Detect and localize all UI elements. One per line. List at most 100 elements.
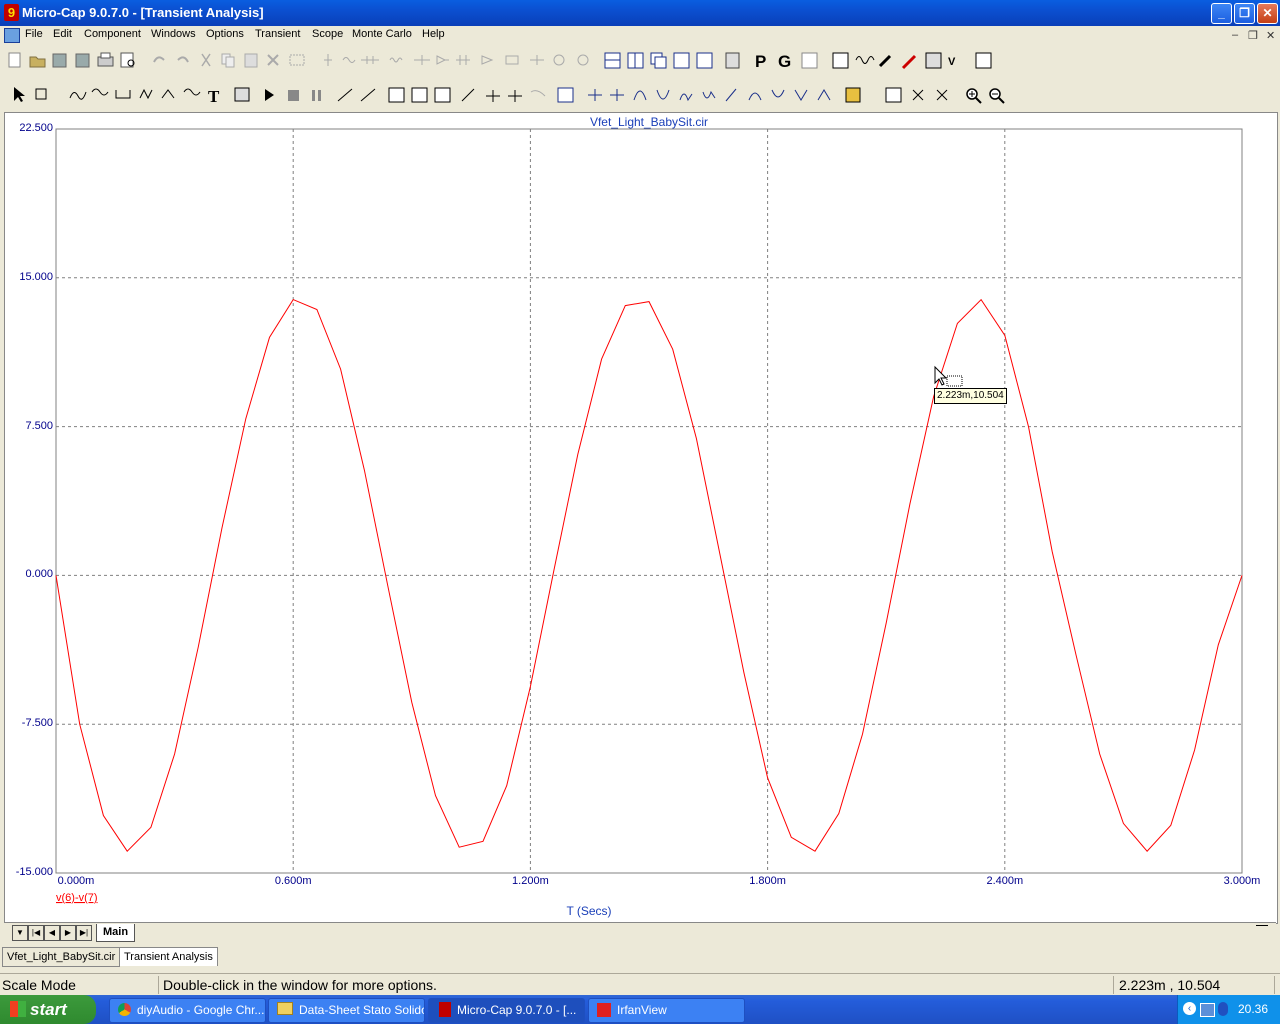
task-irfanview[interactable]: IrfanView bbox=[588, 998, 745, 1023]
pause-icon[interactable] bbox=[312, 90, 321, 101]
menu-windows[interactable]: Windows bbox=[151, 28, 196, 40]
stop-icon[interactable] bbox=[288, 90, 299, 101]
task-folder-label: Data-Sheet Stato Solido bbox=[299, 1003, 425, 1017]
folder-icon bbox=[277, 1002, 293, 1015]
x-tick-label: 3.000m bbox=[1223, 875, 1261, 887]
chart-window-icon[interactable] bbox=[975, 52, 992, 69]
mdi-minimize-button[interactable]: – bbox=[1232, 29, 1238, 41]
menu-scope[interactable]: Scope bbox=[312, 28, 343, 40]
properties-icon[interactable] bbox=[234, 87, 250, 102]
minimize-button[interactable]: _ bbox=[1211, 3, 1232, 24]
mdi-restore-button[interactable]: ❐ bbox=[1248, 29, 1258, 42]
start-button[interactable]: start bbox=[0, 995, 96, 1024]
doc-tab-transient-analysis[interactable]: Transient Analysis bbox=[119, 947, 218, 966]
save-all-icon[interactable] bbox=[75, 53, 90, 68]
close-button[interactable]: ✕ bbox=[1257, 3, 1278, 24]
last-tab-button[interactable]: ▶| bbox=[76, 925, 92, 941]
table-icon[interactable] bbox=[885, 87, 902, 103]
g-icon[interactable]: G bbox=[778, 52, 791, 71]
grid-tool-icons[interactable] bbox=[388, 87, 451, 103]
task-chrome[interactable]: diyAudio - Google Chr... bbox=[109, 998, 266, 1023]
select-arrow-icon[interactable] bbox=[14, 87, 25, 102]
x-tick-label: 1.200m bbox=[512, 875, 549, 887]
microcap-icon bbox=[439, 1002, 451, 1017]
document-icon[interactable] bbox=[4, 28, 20, 43]
text-tool-icon[interactable]: T bbox=[208, 87, 220, 106]
menu-component[interactable]: Component bbox=[84, 28, 141, 40]
open-folder-icon[interactable] bbox=[29, 56, 46, 68]
pen-icon[interactable] bbox=[901, 54, 917, 70]
zoom-in-icon[interactable] bbox=[966, 88, 982, 104]
save-icon[interactable] bbox=[52, 53, 67, 68]
analysis-toolbar: T bbox=[0, 82, 1280, 110]
component-select-icon[interactable] bbox=[35, 88, 47, 100]
select-all-icon[interactable] bbox=[289, 54, 305, 66]
menu-help[interactable]: Help bbox=[422, 28, 445, 40]
task-folder[interactable]: Data-Sheet Stato Solido bbox=[268, 998, 425, 1023]
prev-tab-button[interactable]: ◀ bbox=[44, 925, 60, 941]
task-microcap[interactable]: Micro-Cap 9.0.7.0 - [... bbox=[428, 998, 585, 1023]
doc-tab-circuit[interactable]: Vfet_Light_BabySit.cir bbox=[2, 947, 121, 967]
delete-icon[interactable] bbox=[267, 54, 279, 66]
first-tab-button[interactable]: |◀ bbox=[28, 925, 44, 941]
status-bar: Scale Mode Double-click in the window fo… bbox=[0, 973, 1280, 996]
menu-edit[interactable]: Edit bbox=[53, 28, 72, 40]
undo-icon[interactable] bbox=[153, 56, 165, 63]
title-bar[interactable]: 9 Micro-Cap 9.0.7.0 - [Transient Analysi… bbox=[0, 0, 1280, 26]
plot-panel[interactable]: Vfet_Light_BabySit.cir T (Secs) v(6)-v(7… bbox=[4, 112, 1278, 924]
tab-dropdown-button[interactable]: ▼ bbox=[12, 925, 28, 941]
chrome-icon bbox=[118, 1003, 131, 1016]
next-tab-button[interactable]: ▶ bbox=[60, 925, 76, 941]
copy-icon[interactable] bbox=[221, 53, 235, 68]
status-mode: Scale Mode bbox=[0, 976, 159, 994]
palette-icon[interactable] bbox=[845, 87, 861, 103]
peak-tool-icons[interactable] bbox=[588, 88, 831, 102]
tag-icons[interactable] bbox=[912, 89, 948, 101]
menu-transient[interactable]: Transient bbox=[255, 28, 300, 40]
x-axis-label: T (Secs) bbox=[566, 904, 611, 918]
plot-area[interactable]: Vfet_Light_BabySit.cir T (Secs) v(6)-v(7… bbox=[5, 113, 1277, 923]
y-tick-label: -15.000 bbox=[15, 866, 53, 878]
mdi-close-button[interactable]: ✕ bbox=[1266, 29, 1275, 42]
menu-options[interactable]: Options bbox=[206, 28, 244, 40]
document-tab-bar: Vfet_Light_BabySit.cir Transient Analysi… bbox=[0, 945, 1280, 967]
scale-icon[interactable] bbox=[557, 87, 574, 103]
status-hint: Double-click in the window for more opti… bbox=[161, 976, 1114, 994]
zoom-out-icon[interactable] bbox=[989, 88, 1005, 104]
app-icon[interactable]: 9 bbox=[4, 4, 19, 21]
probe-icon[interactable] bbox=[878, 54, 892, 68]
x-tick-label: 0.000m bbox=[57, 875, 95, 887]
y-tick-label: 7.500 bbox=[25, 419, 53, 432]
start-label: start bbox=[30, 1000, 67, 1019]
menu-monte-carlo[interactable]: Monte Carlo bbox=[352, 28, 412, 40]
network-icon[interactable] bbox=[1200, 1003, 1215, 1017]
print-preview-icon[interactable] bbox=[120, 52, 135, 68]
bluetooth-icon[interactable] bbox=[1218, 1002, 1228, 1016]
line-tool-icons[interactable] bbox=[337, 88, 376, 102]
tab-main[interactable]: Main bbox=[96, 924, 136, 942]
maximize-button[interactable]: ❐ bbox=[1234, 3, 1255, 24]
print-icon[interactable] bbox=[97, 52, 114, 67]
waveform-icon[interactable] bbox=[855, 56, 875, 64]
frame-icon[interactable] bbox=[925, 52, 942, 69]
vd-icon[interactable]: V bbox=[948, 56, 956, 68]
run-icon[interactable] bbox=[265, 89, 274, 101]
cursor-tool-icons[interactable] bbox=[461, 88, 546, 102]
plot-title: Vfet_Light_BabySit.cir bbox=[590, 115, 708, 129]
grid-icon[interactable] bbox=[801, 52, 818, 69]
redo-icon[interactable] bbox=[177, 56, 189, 63]
p-icon[interactable]: P bbox=[755, 52, 766, 71]
list-icon[interactable] bbox=[832, 52, 849, 69]
trace-label[interactable]: v(6)-v(7) bbox=[56, 892, 98, 904]
paste-icon[interactable] bbox=[244, 53, 258, 68]
new-file-icon[interactable] bbox=[8, 52, 21, 68]
x-tick-label: 1.800m bbox=[749, 875, 786, 887]
calculator-icon[interactable] bbox=[725, 52, 740, 69]
tray-expand-icon[interactable]: ‹ bbox=[1183, 1002, 1196, 1015]
irfanview-icon bbox=[597, 1003, 611, 1017]
component-toolbar-icons[interactable] bbox=[324, 54, 589, 66]
menu-file[interactable]: File bbox=[25, 28, 43, 40]
cut-icon[interactable] bbox=[201, 53, 211, 67]
window-layout-icons[interactable] bbox=[604, 52, 713, 69]
plot-tool-icons[interactable] bbox=[69, 88, 201, 100]
